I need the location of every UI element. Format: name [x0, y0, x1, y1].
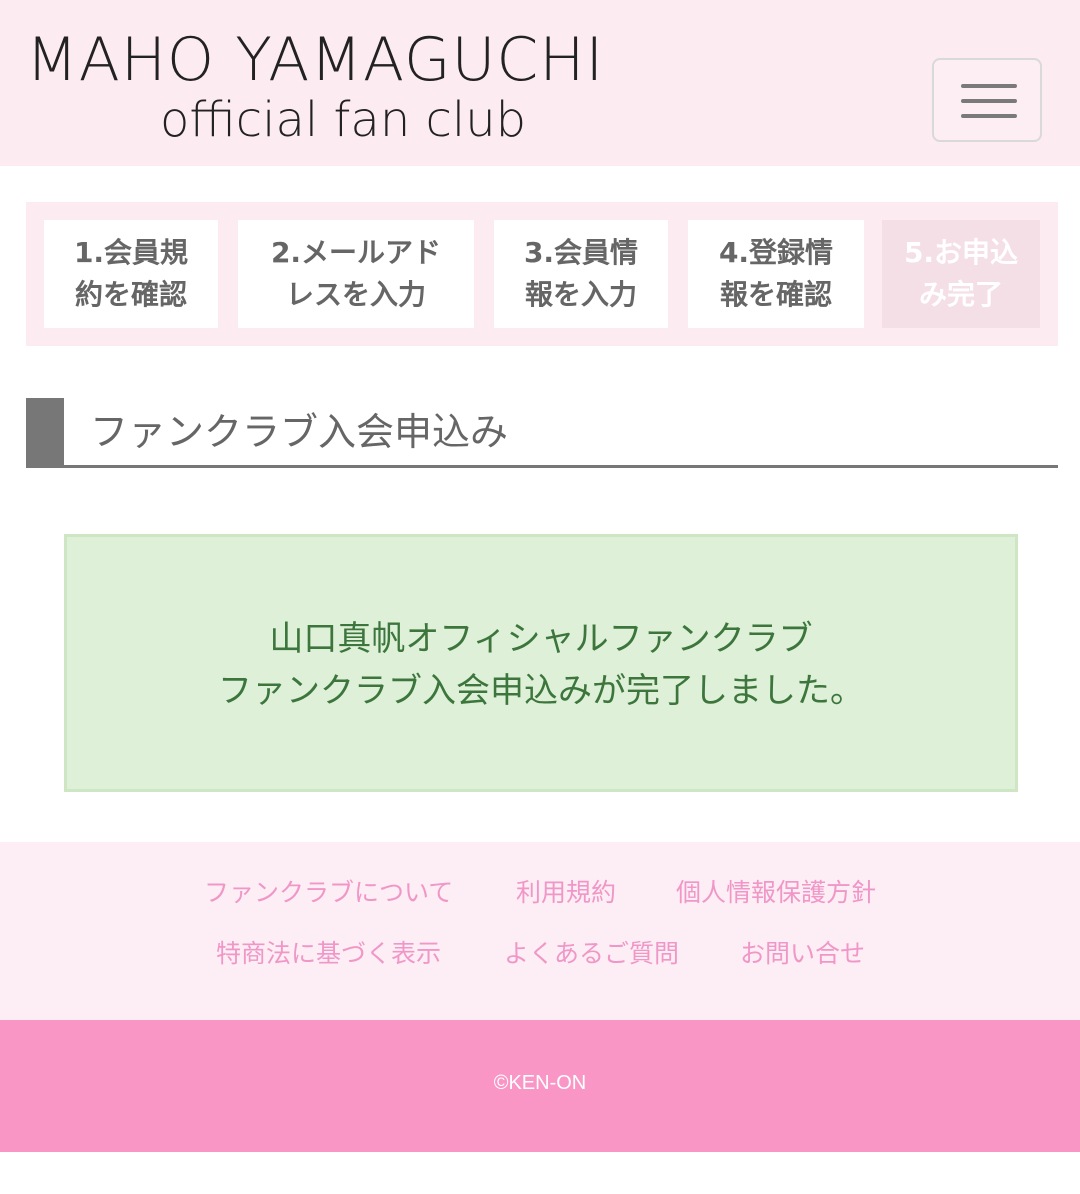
success-line-2: ファンクラブ入会申込みが完了しました。	[218, 671, 864, 711]
step-label: 4.登録情	[718, 236, 834, 269]
site-logo[interactable]: MAHO YAMAGUCHI official fan club	[26, 28, 666, 148]
footer-link-faq[interactable]: よくあるご質問	[504, 936, 679, 972]
page-title: ファンクラブ入会申込み	[90, 410, 509, 454]
site-header: MAHO YAMAGUCHI official fan club	[0, 0, 1080, 166]
menu-button[interactable]	[932, 58, 1042, 142]
footer-nav: ファンクラブについて 利用規約 個人情報保護方針 特商法に基づく表示 よくあるご…	[0, 842, 1080, 1020]
step-label: 報を入力	[524, 278, 637, 311]
hamburger-menu-icon	[961, 114, 1017, 118]
footer-link-legal[interactable]: 特商法に基づく表示	[216, 936, 441, 972]
logo-subtitle: official fan club	[160, 92, 527, 148]
step-label: 約を確認	[74, 278, 187, 311]
step-label: レスを入力	[285, 278, 426, 311]
step-4: 4.登録情 報を確認	[688, 220, 864, 328]
copyright-bar: ©KEN-ON	[0, 1020, 1080, 1152]
step-1: 1.会員規 約を確認	[44, 220, 218, 328]
logo-title: MAHO YAMAGUCHI	[26, 25, 605, 95]
step-3: 3.会員情 報を入力	[494, 220, 668, 328]
step-label: 1.会員規	[73, 236, 189, 269]
step-label: 5.お申込	[903, 236, 1019, 269]
footer-link-about[interactable]: ファンクラブについて	[204, 875, 453, 911]
step-label: 報を確認	[719, 278, 832, 311]
hamburger-menu-icon	[961, 84, 1017, 88]
page-heading: ファンクラブ入会申込み	[26, 398, 1058, 468]
step-2: 2.メールアド レスを入力	[238, 220, 474, 328]
step-label: 2.メールアド	[270, 236, 442, 269]
step-label: み完了	[918, 278, 1003, 311]
footer-link-contact[interactable]: お問い合せ	[740, 936, 865, 972]
step-5-current: 5.お申込 み完了	[882, 220, 1040, 328]
success-line-1: 山口真帆オフィシャルファンクラブ	[269, 619, 813, 659]
footer-link-terms[interactable]: 利用規約	[516, 875, 616, 911]
copyright-text: ©KEN-ON	[493, 1072, 587, 1094]
hamburger-menu-icon	[961, 99, 1017, 103]
step-label: 3.会員情	[523, 236, 639, 269]
success-message: 山口真帆オフィシャルファンクラブ ファンクラブ入会申込みが完了しました。	[64, 534, 1018, 792]
footer-link-privacy[interactable]: 個人情報保護方針	[676, 875, 876, 911]
registration-steps: 1.会員規 約を確認 2.メールアド レスを入力 3.会員情 報を入力 4.登録…	[26, 202, 1058, 346]
heading-marker	[26, 398, 64, 468]
